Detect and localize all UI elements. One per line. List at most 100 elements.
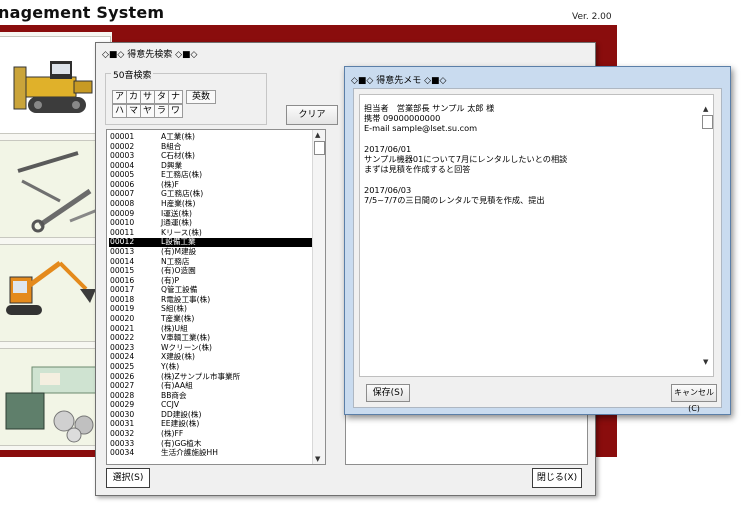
kana-button-ka[interactable]: カ [126,90,141,104]
customer-name: G工務店(株) [161,189,204,199]
customer-list-item[interactable]: 00002 B組合 [109,142,314,151]
customer-name: 生活介護施設HH [161,448,218,458]
scroll-up-icon[interactable]: ▲ [315,131,320,139]
customer-code: 00016 [110,275,135,285]
customer-list-item[interactable]: 00026 (株)Zサンプル市事業所 [109,371,314,381]
customer-code: 00022 [110,333,135,343]
kana-button-ta[interactable]: タ [154,90,169,104]
customer-name: S組(株) [161,304,187,314]
memo-text-line: 2017/06/03 [364,184,412,195]
customer-code: 00028 [110,390,135,400]
customer-list-item[interactable]: 00012 L設備工業 [109,237,314,247]
customer-code: 00010 [110,218,135,228]
customer-list-item[interactable]: 00022 V車輌工業(株) [109,333,314,343]
customer-name: CCJV [161,400,180,410]
customer-list-item[interactable]: 00027 (有)AA組 [109,381,314,391]
customer-list-item[interactable]: 00006 (株)F [109,180,314,189]
customer-list-item[interactable]: 00013 (有)M建設 [109,246,314,256]
customer-name: (有)AA組 [161,381,193,391]
kana-button-ya[interactable]: ヤ [140,104,155,118]
customer-list-item[interactable]: 00005 E工務店(株) [109,170,314,179]
version-label: Ver. 2.00 [572,12,612,22]
customer-list-item[interactable]: 00019 S組(株) [109,304,314,314]
customer-list-item[interactable]: 00023 Wクリーン(株) [109,342,314,352]
customer-list-item[interactable]: 00031 EE建設(株) [109,419,314,429]
kana-button-ma[interactable]: マ [126,104,141,118]
customer-name: (株)FF [161,428,184,438]
customer-list-item[interactable]: 00018 R電設工事(株) [109,295,314,304]
memo-scroll-thumb[interactable] [702,115,713,129]
customer-list-item[interactable]: 00001 A工業(株) [109,132,314,141]
customer-list-item[interactable]: 00020 T産業(株) [109,314,314,323]
customer-name: (有)M建設 [161,246,197,256]
customer-name: (有)O造園 [161,266,196,276]
customer-code: 00017 [110,285,135,295]
customer-code: 00031 [110,419,135,429]
customer-list-item[interactable]: 00034 生活介護施設HH [109,448,314,458]
customer-name: X建設(株) [161,352,195,362]
kana-button-wa[interactable]: ワ [168,104,183,118]
scroll-down-icon[interactable]: ▼ [315,455,320,463]
memo-save-button[interactable]: 保存(S) [366,384,410,402]
memo-textarea[interactable]: 担当者 営業部長 サンプル 太郎 様携帯 09000000000 E-mail s… [359,94,714,377]
customer-list-item[interactable]: 00017 Q管工設備 [109,285,314,295]
select-button[interactable]: 選択(S) [106,468,150,488]
customer-list-item[interactable]: 00021 (株)U組 [109,323,314,333]
memo-scroll-down-icon[interactable]: ▼ [703,358,708,366]
customer-list-item[interactable]: 00010 J通運(株) [109,218,314,228]
customer-memo-dialog: ◇■◇ 得意先メモ ◇■◇ 担当者 営業部長 サンプル 太郎 様携帯 09000… [344,66,731,415]
customer-code: 00025 [110,361,135,371]
customer-list-item[interactable]: 00024 X建設(株) [109,352,314,362]
memo-text-line: 担当者 営業部長 サンプル 太郎 様 [364,103,495,113]
customer-list-item[interactable]: 00014 N工務店 [109,256,314,266]
kana-button-ra[interactable]: ラ [154,104,169,118]
kana-button-alnum[interactable]: 英数 [186,90,216,104]
kana-button-a[interactable]: ア [112,90,127,104]
memo-text-line: 2017/06/01 [364,143,412,154]
app-title: nagement System [0,3,165,22]
memo-text-line: 携帯 09000000000 [364,113,441,124]
customer-code: 00027 [110,381,135,391]
customer-name: H産業(株) [161,199,196,209]
customer-list-item[interactable]: 00009 I運送(株) [109,208,314,218]
customer-name: (有)P [161,275,180,285]
clear-button[interactable]: クリア [286,105,338,125]
customer-list-item[interactable]: 00016 (有)P [109,275,314,285]
customer-name: I運送(株) [161,208,192,218]
customer-name: L設備工業 [161,237,196,247]
kana-button-sa[interactable]: サ [140,90,155,104]
customer-list-item[interactable]: 00015 (有)O造園 [109,266,314,276]
customer-code: 00026 [110,371,135,381]
customer-list-item[interactable]: 00011 Kリース(株) [109,228,314,237]
customer-list-item[interactable]: 00004 D興業 [109,161,314,170]
memo-text-line: 7/5~7/7の三日間のレンタルで見積を作成、提出 [364,194,545,205]
customer-list-item[interactable]: 00028 BB商会 [109,390,314,400]
customer-code: 00029 [110,400,135,410]
customer-list-item[interactable]: 00030 DD建設(株) [109,410,314,419]
kana-button-ha[interactable]: ハ [112,104,127,118]
customer-code: 00033 [110,438,135,448]
scroll-thumb[interactable] [314,141,325,155]
memo-scroll-up-icon[interactable]: ▲ [703,105,708,113]
customer-list-scrollbar[interactable]: ▲ ▼ [312,130,325,464]
customer-list-item[interactable]: 00003 C石材(株) [109,151,314,161]
close-button[interactable]: 閉じる(X) [532,468,582,488]
customer-name: V車輌工業(株) [161,333,211,343]
memo-scrollbar[interactable]: ▲ ▼ [701,95,713,376]
customer-list[interactable]: 00001 A工業(株) 00002 B組合 00003 C石材(株) 00004 D興業 00… [106,129,326,465]
customer-list-item[interactable]: 00025 Y(株) [109,361,314,371]
customer-name: EE建設(株) [161,419,200,429]
customer-list-item[interactable]: 00032 (株)FF [109,428,314,438]
customer-code: 00023 [110,342,135,352]
memo-cancel-button[interactable]: キャンセル(C) [671,384,717,413]
customer-code: 00032 [110,428,135,438]
customer-list-item[interactable]: 00007 G工務店(株) [109,189,314,199]
kana-button-na[interactable]: ナ [168,90,183,104]
customer-list-item[interactable]: 00029 CCJV [109,400,314,410]
customer-code: 00021 [110,323,135,333]
customer-name: C石材(株) [161,151,196,161]
customer-code: 00014 [110,256,135,266]
customer-name: Q管工設備 [161,285,198,295]
customer-list-item[interactable]: 00008 H産業(株) [109,199,314,209]
customer-list-item[interactable]: 00033 (有)GG植木 [109,438,314,448]
